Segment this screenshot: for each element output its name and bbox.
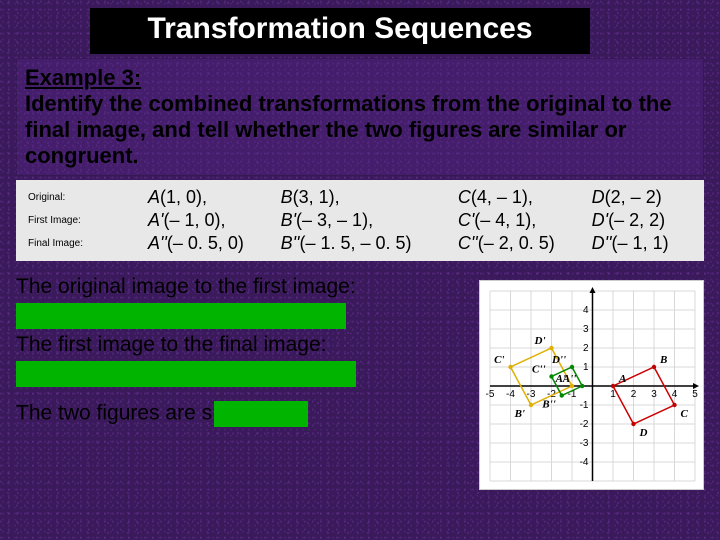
svg-text:C'': C'': [532, 364, 545, 376]
svg-text:-5: -5: [486, 389, 495, 400]
svg-text:-2: -2: [580, 419, 589, 430]
svg-text:B': B': [514, 408, 525, 420]
cell: C(4, – 1),: [454, 186, 588, 209]
svg-text:-3: -3: [580, 438, 589, 449]
cell: D''(– 1, 1): [588, 232, 696, 255]
cell: A''(– 0. 5, 0): [144, 232, 277, 255]
svg-text:A: A: [618, 373, 626, 385]
svg-text:-4: -4: [580, 457, 589, 468]
coordinate-graph: -5-4-3-2-112345-4-3-2-11234ABCDA'B'C'D'A…: [479, 280, 704, 490]
svg-text:D': D': [534, 335, 546, 347]
svg-text:2: 2: [583, 343, 589, 354]
body-line-2: The first image to the final image:: [16, 333, 466, 357]
svg-text:4: 4: [672, 389, 678, 400]
body-text: The original image to the first image: T…: [16, 275, 466, 431]
svg-text:4: 4: [583, 305, 589, 316]
row-label: First Image:: [24, 209, 144, 232]
svg-text:2: 2: [631, 389, 637, 400]
svg-text:B'': B'': [541, 399, 555, 411]
table-row: First Image: A'(– 1, 0), B'(– 3, – 1), C…: [24, 209, 696, 232]
body-line-3: The two figures are s: [16, 401, 466, 427]
answer-block-2: [16, 361, 356, 387]
example-heading: Example 3:: [25, 65, 141, 90]
answer-block-1: [16, 303, 346, 329]
svg-text:3: 3: [651, 389, 657, 400]
cell: C'(– 4, 1),: [454, 209, 588, 232]
cell: A'(– 1, 0),: [144, 209, 277, 232]
answer-block-3: [214, 401, 308, 427]
svg-text:C': C': [494, 354, 504, 366]
svg-text:A'': A'': [562, 373, 576, 385]
cell: C''(– 2, 0. 5): [454, 232, 588, 255]
svg-text:5: 5: [692, 389, 698, 400]
example-text: Identify the combined transformations fr…: [25, 91, 672, 168]
svg-text:D: D: [639, 427, 648, 439]
cell: B''(– 1. 5, – 0. 5): [277, 232, 454, 255]
svg-text:C: C: [681, 408, 689, 420]
row-label: Original:: [24, 186, 144, 209]
svg-text:3: 3: [583, 324, 589, 335]
svg-text:D'': D'': [551, 354, 566, 366]
row-label: Final Image:: [24, 232, 144, 255]
example-prompt: Example 3: Identify the combined transfo…: [16, 58, 704, 176]
body-line-1: The original image to the first image:: [16, 275, 466, 299]
cell: B(3, 1),: [277, 186, 454, 209]
cell: D(2, – 2): [588, 186, 696, 209]
svg-text:-1: -1: [580, 400, 589, 411]
svg-text:B: B: [659, 354, 667, 366]
svg-text:1: 1: [583, 362, 589, 373]
coordinates-table: Original: A(1, 0), B(3, 1), C(4, – 1), D…: [24, 186, 696, 255]
slide-title: Transformation Sequences: [90, 8, 590, 54]
table-row: Original: A(1, 0), B(3, 1), C(4, – 1), D…: [24, 186, 696, 209]
cell: A(1, 0),: [144, 186, 277, 209]
table-row: Final Image: A''(– 0. 5, 0) B''(– 1. 5, …: [24, 232, 696, 255]
cell: D'(– 2, 2): [588, 209, 696, 232]
cell: B'(– 3, – 1),: [277, 209, 454, 232]
svg-text:-4: -4: [506, 389, 515, 400]
coordinates-box: Original: A(1, 0), B(3, 1), C(4, – 1), D…: [16, 180, 704, 261]
